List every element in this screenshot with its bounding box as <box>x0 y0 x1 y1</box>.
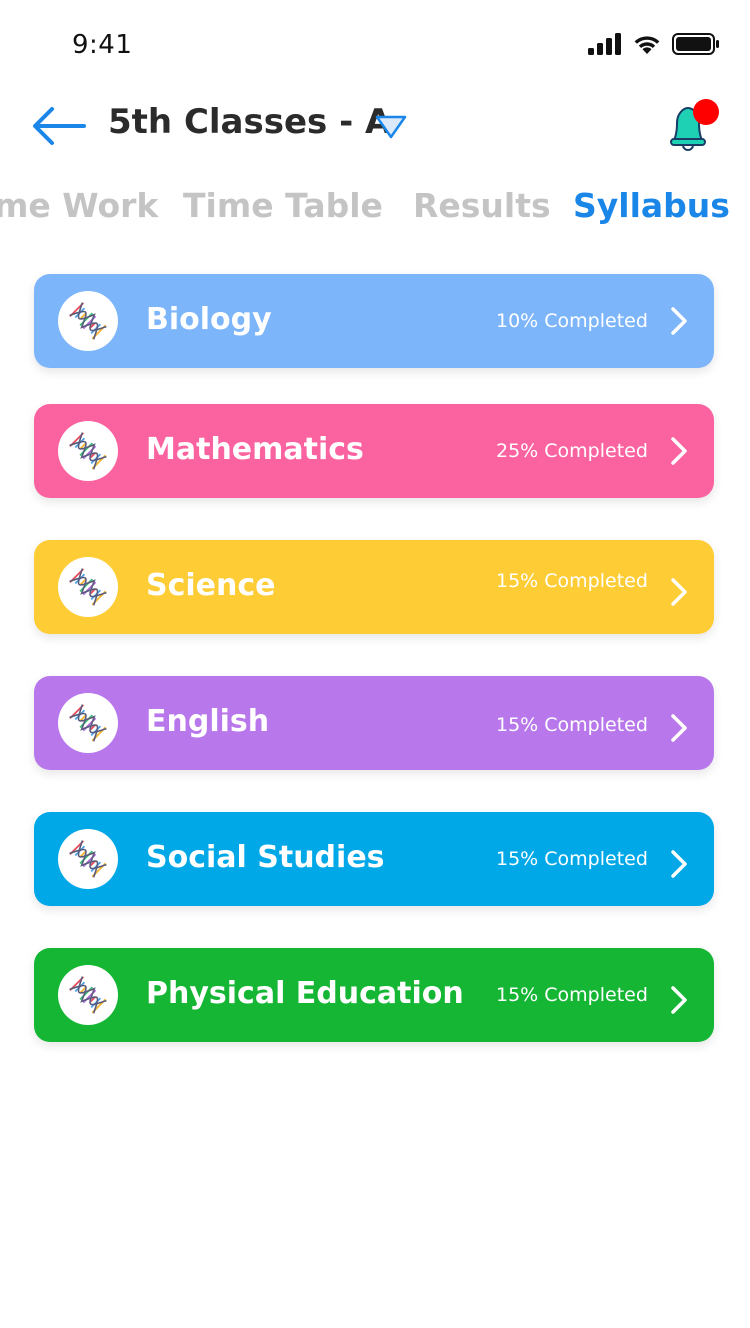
subject-card-biology[interactable]: Biology 10% Completed <box>34 274 714 368</box>
back-arrow-icon <box>33 107 86 145</box>
syllabus-screen: 9:41 5th Classes - A me Work Time Table … <box>0 0 750 1328</box>
subject-card-mathematics[interactable]: Mathematics 25% Completed <box>34 404 714 498</box>
dna-icon <box>69 976 107 1014</box>
tab-results[interactable]: Results <box>413 186 551 225</box>
subject-progress: 10% Completed <box>496 310 648 332</box>
subject-icon-container <box>58 421 118 481</box>
subject-name: English <box>146 704 270 739</box>
chevron-right-icon <box>671 307 687 335</box>
chevron-right-icon <box>671 850 687 878</box>
battery-icon <box>672 33 719 55</box>
wifi-icon <box>634 36 660 54</box>
dna-icon <box>69 840 107 878</box>
subject-name: Social Studies <box>146 840 385 875</box>
dna-icon <box>69 302 107 340</box>
back-button[interactable] <box>30 104 88 148</box>
class-dropdown-button[interactable] <box>374 114 408 140</box>
subject-icon-container <box>58 965 118 1025</box>
notifications-button[interactable] <box>664 96 724 156</box>
subject-icon-container <box>58 291 118 351</box>
subject-progress: 15% Completed <box>496 714 648 736</box>
subject-icon-container <box>58 557 118 617</box>
subject-progress: 15% Completed <box>496 570 648 592</box>
subject-card-physical-education[interactable]: Physical Education 15% Completed <box>34 948 714 1042</box>
dna-icon <box>69 432 107 470</box>
chevron-right-icon <box>671 437 687 465</box>
subject-card-social-studies[interactable]: Social Studies 15% Completed <box>34 812 714 906</box>
subject-name: Science <box>146 568 276 603</box>
bell-icon <box>670 99 719 151</box>
cellular-signal-icon <box>588 33 621 55</box>
class-title[interactable]: 5th Classes - A <box>108 102 391 142</box>
dna-icon <box>69 704 107 742</box>
chevron-right-icon <box>671 578 687 606</box>
subject-card-english[interactable]: English 15% Completed <box>34 676 714 770</box>
notification-dot <box>693 99 719 125</box>
chevron-right-icon <box>671 986 687 1014</box>
subject-progress: 15% Completed <box>496 848 648 870</box>
subject-name: Mathematics <box>146 432 364 467</box>
subject-icon-container <box>58 693 118 753</box>
chevron-right-icon <box>671 714 687 742</box>
subject-name: Biology <box>146 302 272 337</box>
tab-time-table[interactable]: Time Table <box>183 186 383 225</box>
tab-syllabus[interactable]: Syllabus <box>573 186 730 225</box>
status-time: 9:41 <box>72 30 133 60</box>
status-bar: 9:41 <box>0 0 750 92</box>
subject-progress: 15% Completed <box>496 984 648 1006</box>
subject-name: Physical Education <box>146 976 464 1011</box>
subject-progress: 25% Completed <box>496 440 648 462</box>
triangle-down-icon <box>375 115 407 139</box>
dna-icon <box>69 568 107 606</box>
subject-card-science[interactable]: Science 15% Completed <box>34 540 714 634</box>
tab-bar: me Work Time Table Results Syllabus <box>0 180 750 240</box>
header: 5th Classes - A <box>0 92 750 162</box>
tab-home-work[interactable]: me Work <box>0 186 158 225</box>
subject-icon-container <box>58 829 118 889</box>
status-icons <box>588 33 720 55</box>
